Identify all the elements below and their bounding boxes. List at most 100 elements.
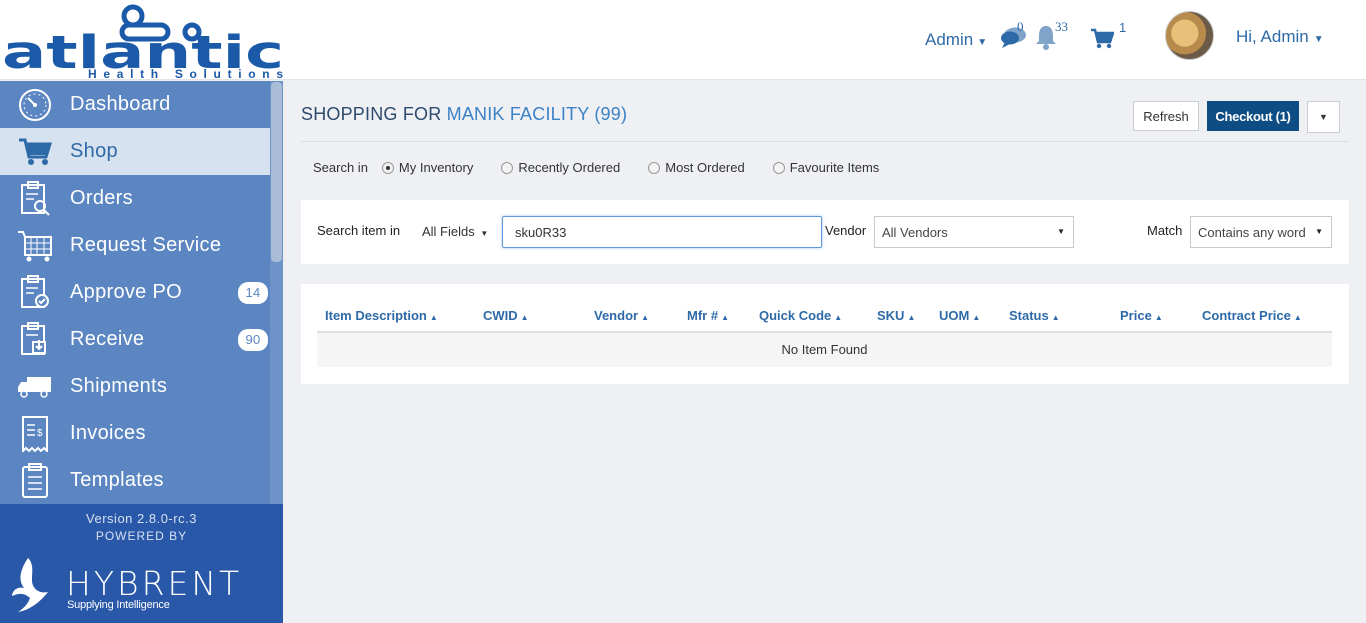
radio-my-inventory[interactable]: My Inventory [381, 160, 474, 175]
sort-up-icon: ▲ [721, 313, 729, 322]
sort-up-icon: ▲ [834, 313, 843, 322]
more-options-button[interactable]: ▼ [1307, 101, 1340, 133]
column-uom[interactable]: UOM ▲ [939, 308, 980, 323]
sidebar-item-label: Receive [70, 328, 145, 350]
sort-up-icon: ▲ [907, 313, 916, 322]
sidebar-item-dashboard[interactable]: Dashboard [0, 81, 270, 128]
title-prefix: SHOPPING FOR [301, 104, 442, 124]
sidebar-item-label: Dashboard [70, 93, 171, 115]
match-value: Contains any word [1198, 225, 1306, 240]
sidebar-footer: Version 2.8.0-rc.3 POWERED BY HYBRENT Su… [0, 504, 283, 623]
column-price[interactable]: Price ▲ [1120, 308, 1163, 323]
sort-up-icon: ▲ [1293, 313, 1302, 322]
sidebar-scroll-thumb[interactable] [271, 82, 282, 262]
radio-label: My Inventory [398, 160, 474, 175]
sidebar-item-label: Approve PO [70, 281, 182, 303]
top-header: atlantic Health Solutions Admin ▼ 0 33 1 … [0, 0, 1366, 80]
messages-button[interactable] [1000, 26, 1028, 55]
cart-icon [0, 137, 70, 167]
svg-text:$: $ [37, 428, 43, 439]
column-label: Item Description [325, 308, 427, 323]
vendor-select[interactable]: All Vendors ▼ [874, 216, 1074, 248]
greeting-label: Hi, Admin [1236, 27, 1309, 46]
field-filter-value: All Fields [422, 224, 475, 239]
caret-down-icon: ▼ [977, 37, 988, 48]
caret-down-icon: ▼ [1319, 112, 1328, 122]
sort-up-icon: ▲ [641, 313, 649, 322]
column-label: Contract Price [1202, 308, 1291, 323]
version-label: Version 2.8.0-rc.3 [86, 511, 197, 526]
search-input[interactable] [502, 216, 822, 248]
match-label: Match [1147, 223, 1183, 238]
column-vendor[interactable]: Vendor ▲ [594, 308, 649, 323]
radio-button[interactable] [772, 161, 785, 174]
sidebar-item-request-service[interactable]: Request Service [0, 222, 270, 269]
chat-icon [1001, 27, 1026, 48]
radio-label: Most Ordered [665, 160, 745, 175]
caret-down-icon: ▼ [1313, 34, 1324, 45]
column-quick-code[interactable]: Quick Code ▲ [759, 308, 842, 323]
search-item-label: Search item in [317, 223, 401, 238]
radio-button[interactable] [501, 161, 514, 174]
column-sku[interactable]: SKU ▲ [877, 308, 915, 323]
cart-button[interactable] [1090, 28, 1115, 55]
column-label: Quick Code [759, 308, 832, 323]
column-label: Status [1009, 308, 1049, 323]
request-service-icon [0, 229, 70, 263]
truck-icon [0, 375, 70, 399]
user-menu[interactable]: Hi, Admin ▼ [1236, 27, 1324, 47]
title-divider [301, 141, 1349, 142]
column-label: CWID [483, 308, 518, 323]
templates-icon [0, 462, 70, 499]
search-panel: Search item in All Fields ▼ Vendor All V… [301, 200, 1349, 264]
results-table: Item Description ▲ CWID ▲ Vendor ▲ Mfr # ▲ Q… [301, 284, 1349, 384]
hybrent-logo-text: HYBRENT [66, 564, 243, 603]
radio-favourite-items[interactable]: Favourite Items [772, 160, 880, 175]
receive-icon [0, 321, 70, 358]
column-contract-price[interactable]: Contract Price ▲ [1202, 308, 1302, 323]
empty-message: No Item Found [317, 333, 1332, 367]
sort-up-icon: ▲ [429, 313, 438, 322]
user-avatar[interactable] [1165, 11, 1214, 60]
invoice-icon: $ [0, 415, 70, 452]
sidebar-item-shipments[interactable]: Shipments [0, 363, 270, 410]
sort-up-icon: ▲ [972, 313, 981, 322]
sidebar-item-templates[interactable]: Templates [0, 457, 270, 504]
column-label: Vendor [594, 308, 639, 323]
sidebar-item-shop[interactable]: Shop [0, 128, 270, 175]
field-filter-dropdown[interactable]: All Fields ▼ [422, 224, 488, 239]
approve-po-icon [0, 274, 70, 311]
sidebar-item-label: Request Service [70, 234, 222, 256]
admin-dropdown[interactable]: Admin ▼ [925, 30, 987, 50]
column-status[interactable]: Status ▲ [1009, 308, 1060, 323]
sidebar-item-approve-po[interactable]: Approve PO 14 [0, 269, 270, 316]
caret-down-icon: ▼ [480, 229, 489, 238]
radio-button[interactable] [648, 161, 661, 174]
notifications-count: 33 [1055, 19, 1068, 34]
sidebar-item-receive[interactable]: Receive 90 [0, 316, 270, 363]
atlantic-logo[interactable]: atlantic Health Solutions [4, 2, 284, 80]
column-mfr[interactable]: Mfr # ▲ [687, 308, 729, 323]
sidebar-item-orders[interactable]: Orders [0, 175, 270, 222]
radio-label: Favourite Items [789, 160, 880, 175]
sidebar-item-label: Templates [70, 469, 164, 491]
refresh-button[interactable]: Refresh [1133, 101, 1199, 131]
radio-most-ordered[interactable]: Most Ordered [648, 160, 745, 175]
powered-by-label: POWERED BY [95, 529, 188, 543]
messages-count: 0 [1017, 19, 1024, 34]
search-in-options: Search in My Inventory Recently Ordered … [313, 160, 907, 175]
sidebar-item-label: Shipments [70, 375, 168, 397]
sidebar-item-invoices[interactable]: $ Invoices [0, 410, 270, 457]
radio-button[interactable] [381, 161, 394, 174]
caret-down-icon: ▼ [1057, 227, 1065, 236]
match-select[interactable]: Contains any word ▼ [1190, 216, 1332, 248]
admin-label: Admin [925, 30, 974, 49]
radio-recently-ordered[interactable]: Recently Ordered [501, 160, 620, 175]
checkout-button[interactable]: Checkout (1) [1207, 101, 1299, 131]
cart-count: 1 [1119, 20, 1127, 35]
column-cwid[interactable]: CWID ▲ [483, 308, 529, 323]
column-label: SKU [877, 308, 905, 323]
shopping-cart-icon [1091, 28, 1115, 49]
column-item-description[interactable]: Item Description ▲ [325, 308, 438, 323]
orders-icon [0, 180, 70, 217]
